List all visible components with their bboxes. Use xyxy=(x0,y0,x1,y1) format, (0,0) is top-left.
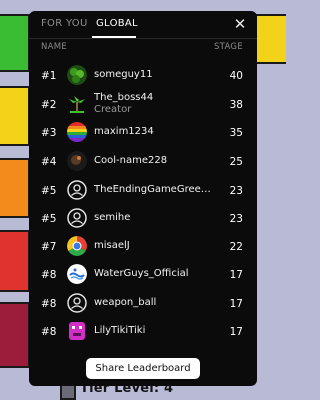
stage-value: 35 xyxy=(229,127,243,139)
leaderboard-row[interactable]: #5 TheEndingGameGreenY... 23 xyxy=(29,177,257,205)
active-tab-indicator xyxy=(92,36,136,38)
stage-value: 25 xyxy=(229,156,243,168)
default-face-avatar-icon xyxy=(67,180,87,200)
leaderboard-row[interactable]: #1 someguy11 40 xyxy=(29,62,257,90)
share-leaderboard-button[interactable]: Share Leaderboard xyxy=(86,358,200,379)
player-name: WaterGuys_Official xyxy=(94,268,189,279)
player-name: maxim1234 xyxy=(94,126,154,137)
stage-value: 17 xyxy=(229,298,243,310)
rank-label: #1 xyxy=(41,70,57,82)
background-tile-red xyxy=(0,230,30,292)
leaderboard-tabs: FOR YOU GLOBAL ✕ xyxy=(29,11,257,39)
green-leaf-avatar-icon xyxy=(67,65,87,85)
rank-label: #8 xyxy=(41,326,57,338)
rank-label: #8 xyxy=(41,298,57,310)
tab-global[interactable]: GLOBAL xyxy=(96,18,138,29)
background-tile-right-yellow xyxy=(254,14,286,64)
player-name: LilyTikiTiki xyxy=(94,325,146,336)
tab-for-you[interactable]: FOR YOU xyxy=(41,18,88,29)
player-name: weapon_ball xyxy=(94,297,157,308)
player-name: TheEndingGameGreenY... xyxy=(94,184,214,195)
leaderboard-row[interactable]: #2 The_boss44 Creator 38 xyxy=(29,91,257,119)
player-name: misaelJ xyxy=(94,240,130,251)
stage-value: 38 xyxy=(229,99,243,111)
rainbow-flag-avatar-icon xyxy=(67,122,87,142)
leaderboard-modal: FOR YOU GLOBAL ✕ NAME STAGE #1 someguy11… xyxy=(29,11,257,386)
leaderboard-row[interactable]: #8 LilyTikiTiki 17 xyxy=(29,318,257,346)
leaderboard-row[interactable]: #3 maxim1234 35 xyxy=(29,119,257,147)
background-tile-green xyxy=(0,14,30,72)
player-subtitle: Creator xyxy=(94,104,132,115)
rank-label: #5 xyxy=(41,213,57,225)
close-icon[interactable]: ✕ xyxy=(232,15,248,33)
rank-label: #8 xyxy=(41,269,57,281)
rank-label: #3 xyxy=(41,127,57,139)
rank-label: #2 xyxy=(41,99,57,111)
photo-avatar-icon xyxy=(67,151,87,171)
stage-value: 22 xyxy=(229,241,243,253)
stage-value: 23 xyxy=(229,185,243,197)
background-tile-orange xyxy=(0,158,30,218)
leaderboard-row[interactable]: #7 misaelJ 22 xyxy=(29,233,257,261)
stage-value: 40 xyxy=(229,70,243,82)
leaderboard-row[interactable]: #8 WaterGuys_Official 17 xyxy=(29,261,257,289)
rank-label: #7 xyxy=(41,241,57,253)
leaderboard-row[interactable]: #5 semihe 23 xyxy=(29,205,257,233)
palm-tree-avatar-icon xyxy=(67,94,87,114)
stage-value: 17 xyxy=(229,269,243,281)
default-face-avatar-icon xyxy=(67,208,87,228)
water-guys-logo-avatar-icon xyxy=(67,264,87,284)
column-header-stage: STAGE xyxy=(213,42,243,52)
player-name: Cool-name228 xyxy=(94,155,168,166)
stage-value: 23 xyxy=(229,213,243,225)
pink-tiki-avatar-icon xyxy=(67,321,87,341)
stage-value: 17 xyxy=(229,326,243,338)
default-face-avatar-icon xyxy=(67,293,87,313)
player-name: semihe xyxy=(94,212,131,223)
column-header-name: NAME xyxy=(41,42,68,52)
rank-label: #5 xyxy=(41,185,57,197)
leaderboard-row[interactable]: #8 weapon_ball 17 xyxy=(29,290,257,318)
background-tile-crimson xyxy=(0,302,30,368)
player-name: someguy11 xyxy=(94,69,153,80)
leaderboard-row[interactable]: #4 Cool-name228 25 xyxy=(29,148,257,176)
rank-label: #4 xyxy=(41,156,57,168)
background-tile-yellow xyxy=(0,86,30,146)
chrome-logo-avatar-icon xyxy=(67,236,87,256)
player-name: The_boss44 xyxy=(94,92,154,103)
